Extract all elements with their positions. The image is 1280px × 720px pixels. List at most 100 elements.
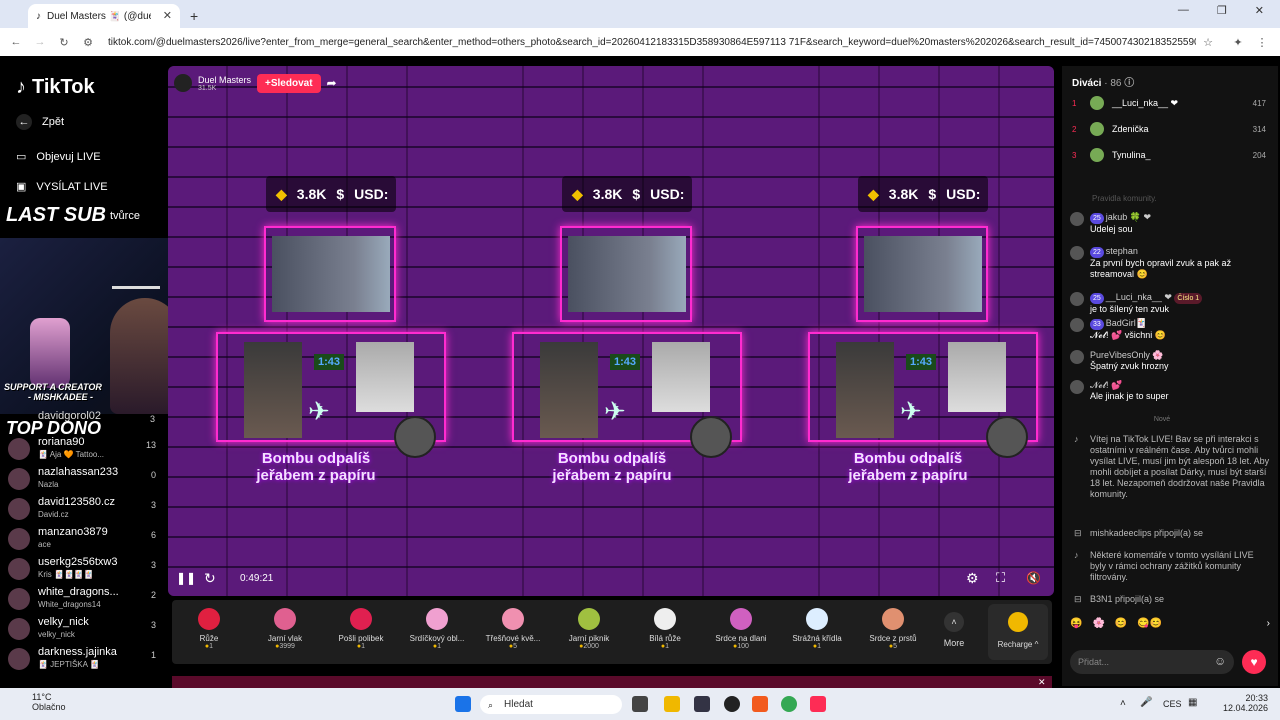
discover-live-link[interactable]: ▭ Objevuj LIVE (16, 150, 101, 164)
settings-icon[interactable]: ⚙ (966, 570, 996, 587)
top-viewer-item[interactable]: 2 Zdenička 314 (1072, 118, 1272, 140)
gift-icon (806, 608, 828, 630)
gift-item[interactable]: Třešňové kvě... ●5 (478, 608, 548, 650)
share-icon[interactable]: ➦ (327, 76, 337, 90)
emoji-button[interactable]: 😊 (1115, 618, 1127, 638)
brave-icon[interactable] (752, 696, 768, 712)
donor-item[interactable]: white_dragons... White_dragons14 2 (8, 586, 160, 616)
creator-link[interactable]: tvůrce (110, 210, 140, 222)
mic-icon[interactable]: 🎤 (1140, 697, 1152, 708)
emoji-picker-icon[interactable]: ☺ (1214, 654, 1226, 668)
donor-item[interactable]: userkg2s56txw3 Kris 🃏🃏🃏🃏 3 (8, 556, 160, 586)
donor-item[interactable]: roriana90 🃏 Aja 🧡 Tattoo... 13 (8, 436, 160, 466)
gift-item[interactable]: Strážná křídla ●1 (782, 608, 852, 650)
gift-item[interactable]: Jarní vlak ●3999 (250, 608, 320, 650)
coin-icon (1008, 612, 1028, 632)
chevron-right-icon[interactable]: › (1267, 618, 1270, 638)
language-indicator[interactable]: CES (1163, 699, 1182, 709)
donor-item[interactable]: darkness.jajinka 🃏 JEPTIŠKA 🃏 1 (8, 646, 160, 676)
donor-name: david123580.cz (38, 496, 116, 508)
fullscreen-icon[interactable]: ⛶ (996, 570, 1026, 586)
extensions-icon[interactable]: ✦ (1226, 36, 1250, 49)
donor-sub: 🃏 JEPTIŠKA 🃏 (38, 660, 100, 669)
mute-icon[interactable]: 🔇 (1026, 571, 1046, 585)
chat-panel: Diváci · 86 ⓘ 1 __Luci_nka__ ❤ 417 2 Zdeničk… (1062, 66, 1278, 686)
faded-rules: Pravidla komunity. (1092, 194, 1157, 203)
emoji-button[interactable]: 🌸 (1092, 618, 1104, 638)
network-icon[interactable]: ▦ (1188, 697, 1197, 708)
chat-message[interactable]: 25 jakub 🍀 ❤ Udelej sou (1070, 212, 1270, 235)
gift-item[interactable]: Srdce z prstů ●5 (858, 608, 928, 650)
task-view-icon[interactable] (632, 696, 648, 712)
info-icon[interactable]: ⓘ (1124, 78, 1134, 89)
app-icon[interactable] (724, 696, 740, 712)
minimize-icon[interactable]: — (1178, 4, 1189, 17)
avatar (1070, 350, 1084, 364)
go-live-link[interactable]: ▣ VYSÍLAT LIVE (16, 180, 108, 194)
chrome-icon[interactable] (781, 696, 797, 712)
gift-price: ●5 (858, 643, 928, 650)
new-tab-button[interactable]: + (190, 8, 198, 24)
chat-message[interactable]: 33 BadGirl🃏 𝓝𝓮𝓵! 💕 všichni 😊 (1070, 318, 1270, 341)
gift-more-button[interactable]: ˄ More (934, 612, 974, 648)
chat-message[interactable]: 𝓝𝓮𝓵! 💕 Ale jinak je to super (1070, 380, 1270, 402)
live-stream-player[interactable]: ◆ 3.8K $ USD: 1:43 ✈ Bombu odpalíš jeřabem z pa… (168, 66, 1054, 596)
quick-emoji-row: 😝 🌸 😊 😋😊 › (1070, 618, 1270, 638)
gift-item[interactable]: Srdce na dlani ●100 (706, 608, 776, 650)
donor-item[interactable]: nazlahassan233 Nazla 0 (8, 466, 160, 496)
bottom-banner (172, 676, 1052, 688)
donor-name: nazlahassan233 (38, 466, 119, 478)
taskbar-search[interactable]: Hledat (480, 695, 622, 714)
pause-icon[interactable]: ❚❚ (176, 571, 196, 585)
close-window-icon[interactable]: ✕ (1255, 4, 1264, 17)
chat-message[interactable]: 22 stephan Za první bych opravil zvuk a p… (1070, 246, 1270, 280)
follow-button[interactable]: +Sledovat (257, 73, 321, 93)
gift-item[interactable]: Srdíčkový obl... ●1 (402, 608, 472, 650)
banner-close-icon[interactable]: ✕ (1038, 677, 1046, 688)
top-viewer-item[interactable]: 1 __Luci_nka__ ❤ 417 (1072, 92, 1272, 114)
chat-message[interactable]: PureVibesOnly 🌸 Špatný zvuk hrozny (1070, 350, 1270, 372)
tray-chevron-icon[interactable]: ˄ (1120, 698, 1126, 709)
heart-button[interactable]: ♥ (1242, 650, 1266, 674)
bookmark-star-icon[interactable]: ☆ (1196, 36, 1220, 49)
url-field[interactable]: tiktok.com/@duelmasters2026/live?enter_f… (100, 31, 1196, 53)
join-message: ⊟ mishkadeeclips připojil(a) se (1070, 528, 1270, 539)
chat-input[interactable]: Přidat... (1070, 650, 1234, 674)
chat-message[interactable]: 25 __Luci_nka__ ❤ Číslo 1 je to šílený ten… (1070, 292, 1270, 315)
gift-item[interactable]: Růže ●1 (174, 608, 244, 650)
refresh-icon[interactable]: ↻ (204, 570, 234, 587)
donor-item[interactable]: manzano3879 ace 6 (8, 526, 160, 556)
menu-dots-icon[interactable]: ⋮ (1250, 36, 1274, 49)
app-icon[interactable] (694, 696, 710, 712)
host-name[interactable]: Duel Masters (198, 75, 251, 85)
clock[interactable]: 20:33 12.04.2026 (1220, 693, 1268, 713)
gift-item[interactable]: Bílá růže ●1 (630, 608, 700, 650)
maximize-icon[interactable]: ❐ (1217, 4, 1227, 17)
close-tab-icon[interactable]: ✕ (163, 9, 172, 22)
gift-item[interactable]: Pošli polibek ●1 (326, 608, 396, 650)
search-icon: ⌕ (488, 700, 494, 710)
tiktok-app-icon[interactable] (810, 696, 826, 712)
reload-icon[interactable]: ↻ (52, 36, 76, 49)
weather-widget[interactable]: 11°C Oblačno (12, 692, 66, 712)
viewers-header[interactable]: Diváci · 86 ⓘ (1072, 74, 1134, 89)
browser-titlebar: ♪ Duel Masters 🃏 (@duelma ✕ + — ❐ ✕ (0, 0, 1280, 28)
host-avatar[interactable] (174, 74, 192, 92)
emoji-button[interactable]: 😋😊 (1137, 618, 1162, 638)
back-link[interactable]: ← Zpět (16, 114, 64, 130)
recharge-button[interactable]: Recharge ^ (988, 604, 1048, 660)
emoji-button[interactable]: 😝 (1070, 618, 1082, 638)
gift-item[interactable]: Jarní piknik ●2000 (554, 608, 624, 650)
donor-item[interactable]: velky_nick velky_nick 3 (8, 616, 160, 646)
site-info-icon[interactable]: ⚙ (76, 36, 100, 49)
forward-arrow-icon[interactable]: → (28, 36, 52, 48)
file-explorer-icon[interactable] (664, 696, 680, 712)
donor-item[interactable]: david123580.cz David.cz 3 (8, 496, 160, 526)
tiktok-logo[interactable]: ♪ TikTok (16, 76, 95, 99)
avatar (1090, 96, 1104, 110)
browser-tab[interactable]: ♪ Duel Masters 🃏 (@duelma ✕ (28, 4, 180, 28)
gift-price-value: 1 (209, 643, 214, 650)
windows-start-icon[interactable] (455, 696, 471, 712)
top-viewer-item[interactable]: 3 Tynulina_ 204 (1072, 144, 1272, 166)
back-arrow-icon[interactable]: ← (4, 36, 28, 48)
